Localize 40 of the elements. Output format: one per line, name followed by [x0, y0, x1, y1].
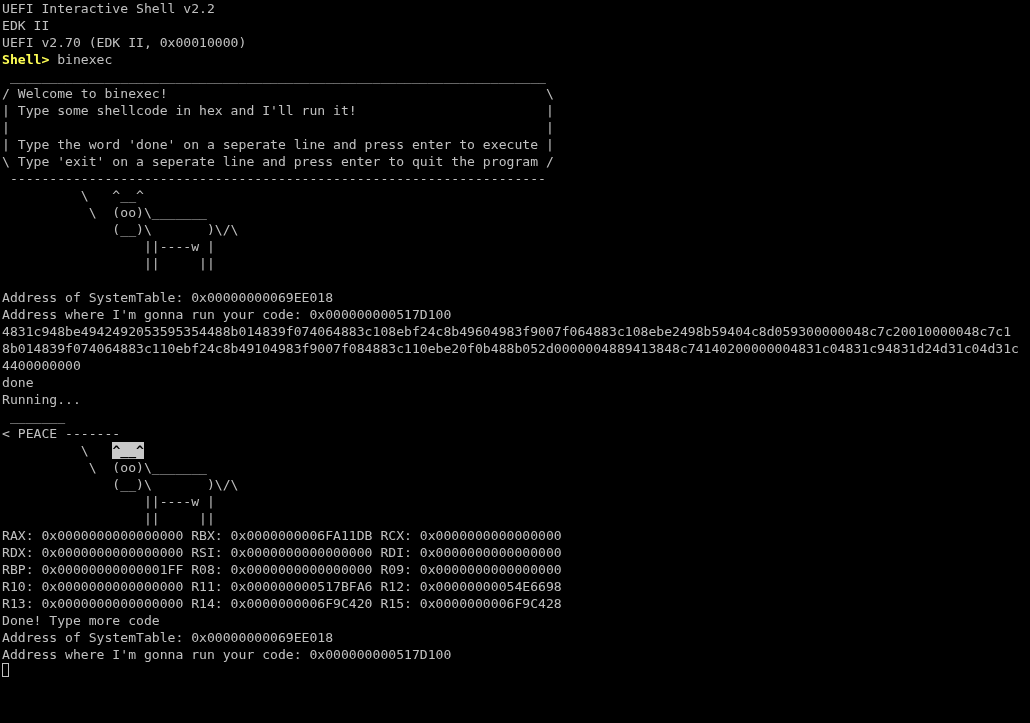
terminal-line: --------------------------------------------------------------------: [8, 170, 547, 187]
terminal-line: \ (oo)\_______: [87, 459, 208, 476]
terminal-line: | |: [2, 119, 555, 136]
terminal-line: R13: 0x0000000000000000 R14: 0x0000000006F9C420 R15: 0x0000000006F9C428: [2, 595, 563, 612]
terminal-line: | Type the word 'done' on a seperate line and press enter to execute |: [2, 136, 555, 153]
highlighted-text: ^__^: [112, 442, 144, 459]
terminal-line: Address where I'm gonna run your code: 0x000000000517D100: [2, 306, 453, 323]
shell-prompt: Shell>: [2, 52, 50, 67]
terminal-line: ||----w |: [142, 238, 216, 255]
terminal-line: Running...: [2, 391, 82, 408]
terminal-line: \ Type 'exit' on a seperate line and press enter to quit the program /: [2, 153, 555, 170]
terminal-line: 8b014839f074064883c110ebf24c8b49104983f9007f084883c110ebe20f0b488b052d0000004889413848c74140200000004831c04831c94831d24d31c04d31c: [2, 340, 1020, 357]
terminal-line: (__)\ )\/\: [111, 221, 240, 238]
terminal-line: Address of SystemTable: 0x00000000069EE018: [2, 629, 335, 646]
terminal-line: EDK II: [2, 17, 51, 34]
terminal-line: ____________________________________________________________________: [8, 68, 547, 85]
terminal-line: Done! Type more code: [2, 612, 161, 629]
terminal-line: 4831c948be4942492053595354488b014839f074064883c108ebf24c8b49604983f9007f064883c108ebe2498b59404c8d059300000048c7c20010000048c7c1: [2, 323, 1013, 340]
terminal-line: || ||: [142, 510, 216, 527]
terminal-line: RAX: 0x0000000000000000 RBX: 0x0000000006FA11DB RCX: 0x0000000000000000: [2, 527, 563, 544]
terminal-line: < PEACE -------: [2, 425, 122, 442]
terminal-line: _______: [8, 408, 67, 425]
terminal-line: UEFI Interactive Shell v2.2: [2, 0, 216, 17]
terminal-line: ||----w |: [142, 493, 216, 510]
terminal-line: \ (oo)\_______: [87, 204, 208, 221]
terminal-line: || ||: [142, 255, 216, 272]
terminal-line: Address where I'm gonna run your code: 0x000000000517D100: [2, 646, 453, 663]
terminal-line: RDX: 0x0000000000000000 RSI: 0x0000000000000000 RDI: 0x0000000000000000: [2, 544, 563, 561]
terminal-text: \: [79, 443, 90, 458]
terminal-line: done: [2, 374, 35, 391]
terminal-line: / Welcome to binexec! \: [2, 85, 555, 102]
terminal-line: RBP: 0x00000000000001FF R08: 0x0000000000000000 R09: 0x0000000000000000: [2, 561, 563, 578]
terminal-line: UEFI v2.70 (EDK II, 0x00010000): [2, 34, 248, 51]
terminal-line: 4400000000: [2, 357, 82, 374]
terminal-line: R10: 0x0000000000000000 R11: 0x000000000517BFA6 R12: 0x00000000054E6698: [2, 578, 563, 595]
terminal-line: Address of SystemTable: 0x00000000069EE018: [2, 289, 335, 306]
terminal-line: | Type some shellcode in hex and I'll run it! |: [2, 102, 555, 119]
command-text: binexec: [57, 52, 113, 67]
terminal-line: (__)\ )\/\: [111, 476, 240, 493]
terminal-line: \ ^__^: [79, 187, 145, 204]
